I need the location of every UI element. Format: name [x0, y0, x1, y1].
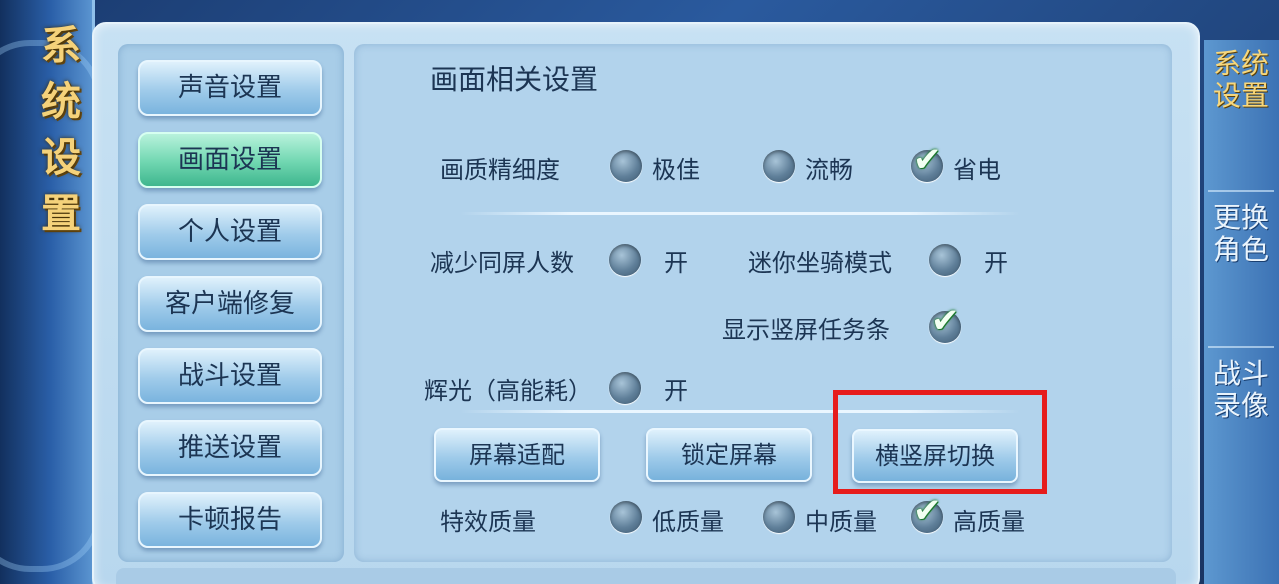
divider	[460, 212, 1020, 215]
highlight-box	[833, 390, 1047, 494]
effects-label: 特效质量	[440, 508, 536, 536]
reduce-players-label: 减少同屏人数	[430, 249, 574, 277]
glow-label: 辉光（高能耗）	[424, 377, 592, 405]
check-icon: ✔	[931, 301, 960, 341]
effects-radio-medium[interactable]	[763, 501, 795, 533]
check-icon: ✔	[913, 491, 942, 531]
quality-radio-best[interactable]	[610, 150, 642, 182]
tab-system-settings[interactable]: 系统设置	[1212, 48, 1270, 112]
category-push-button[interactable]: 推送设置	[138, 420, 322, 476]
lock-screen-button[interactable]: 锁定屏幕	[646, 428, 812, 482]
mini-mount-toggle[interactable]	[929, 244, 961, 276]
category-personal-button[interactable]: 个人设置	[138, 204, 322, 260]
effects-option-high: 高质量	[953, 508, 1025, 536]
quality-option-smooth: 流畅	[805, 156, 853, 184]
glow-toggle[interactable]	[609, 372, 641, 404]
category-list: 声音设置 画面设置 个人设置 客户端修复 战斗设置 推送设置 卡顿报告	[118, 44, 344, 562]
tab-divider	[1208, 190, 1274, 192]
right-tab-bar	[1204, 40, 1279, 584]
quality-radio-power-save[interactable]: ✔	[911, 140, 943, 182]
mini-mount-state: 开	[984, 249, 1008, 277]
screen-fit-button[interactable]: 屏幕适配	[434, 428, 600, 482]
tab-divider	[1208, 346, 1274, 348]
quality-option-best: 极佳	[652, 156, 700, 184]
quality-label: 画质精细度	[440, 156, 560, 184]
check-icon: ✔	[913, 140, 942, 180]
reduce-players-toggle[interactable]	[609, 244, 641, 276]
category-client-repair-button[interactable]: 客户端修复	[138, 276, 322, 332]
content-area	[354, 44, 1172, 562]
effects-radio-high[interactable]: ✔	[911, 491, 943, 533]
portrait-taskbar-checkbox[interactable]: ✔	[929, 301, 961, 343]
category-display-button[interactable]: 画面设置	[138, 132, 322, 188]
mini-mount-label: 迷你坐骑模式	[748, 249, 892, 277]
effects-radio-low[interactable]	[610, 501, 642, 533]
bottom-strip	[116, 568, 1176, 584]
reduce-players-state: 开	[664, 249, 688, 277]
category-combat-button[interactable]: 战斗设置	[138, 348, 322, 404]
category-lag-report-button[interactable]: 卡顿报告	[138, 492, 322, 548]
glow-state: 开	[664, 377, 688, 405]
quality-radio-smooth[interactable]	[763, 150, 795, 182]
quality-option-power-save: 省电	[953, 156, 1001, 184]
effects-option-medium: 中质量	[805, 508, 877, 536]
tab-change-character[interactable]: 更换角色	[1212, 202, 1270, 266]
category-sound-button[interactable]: 声音设置	[138, 60, 322, 116]
section-title: 画面相关设置	[430, 63, 599, 96]
tab-combat-replay[interactable]: 战斗录像	[1212, 358, 1270, 422]
portrait-taskbar-label: 显示竖屏任务条	[722, 316, 890, 344]
side-title: 系统设置	[41, 23, 81, 237]
effects-option-low: 低质量	[652, 508, 724, 536]
